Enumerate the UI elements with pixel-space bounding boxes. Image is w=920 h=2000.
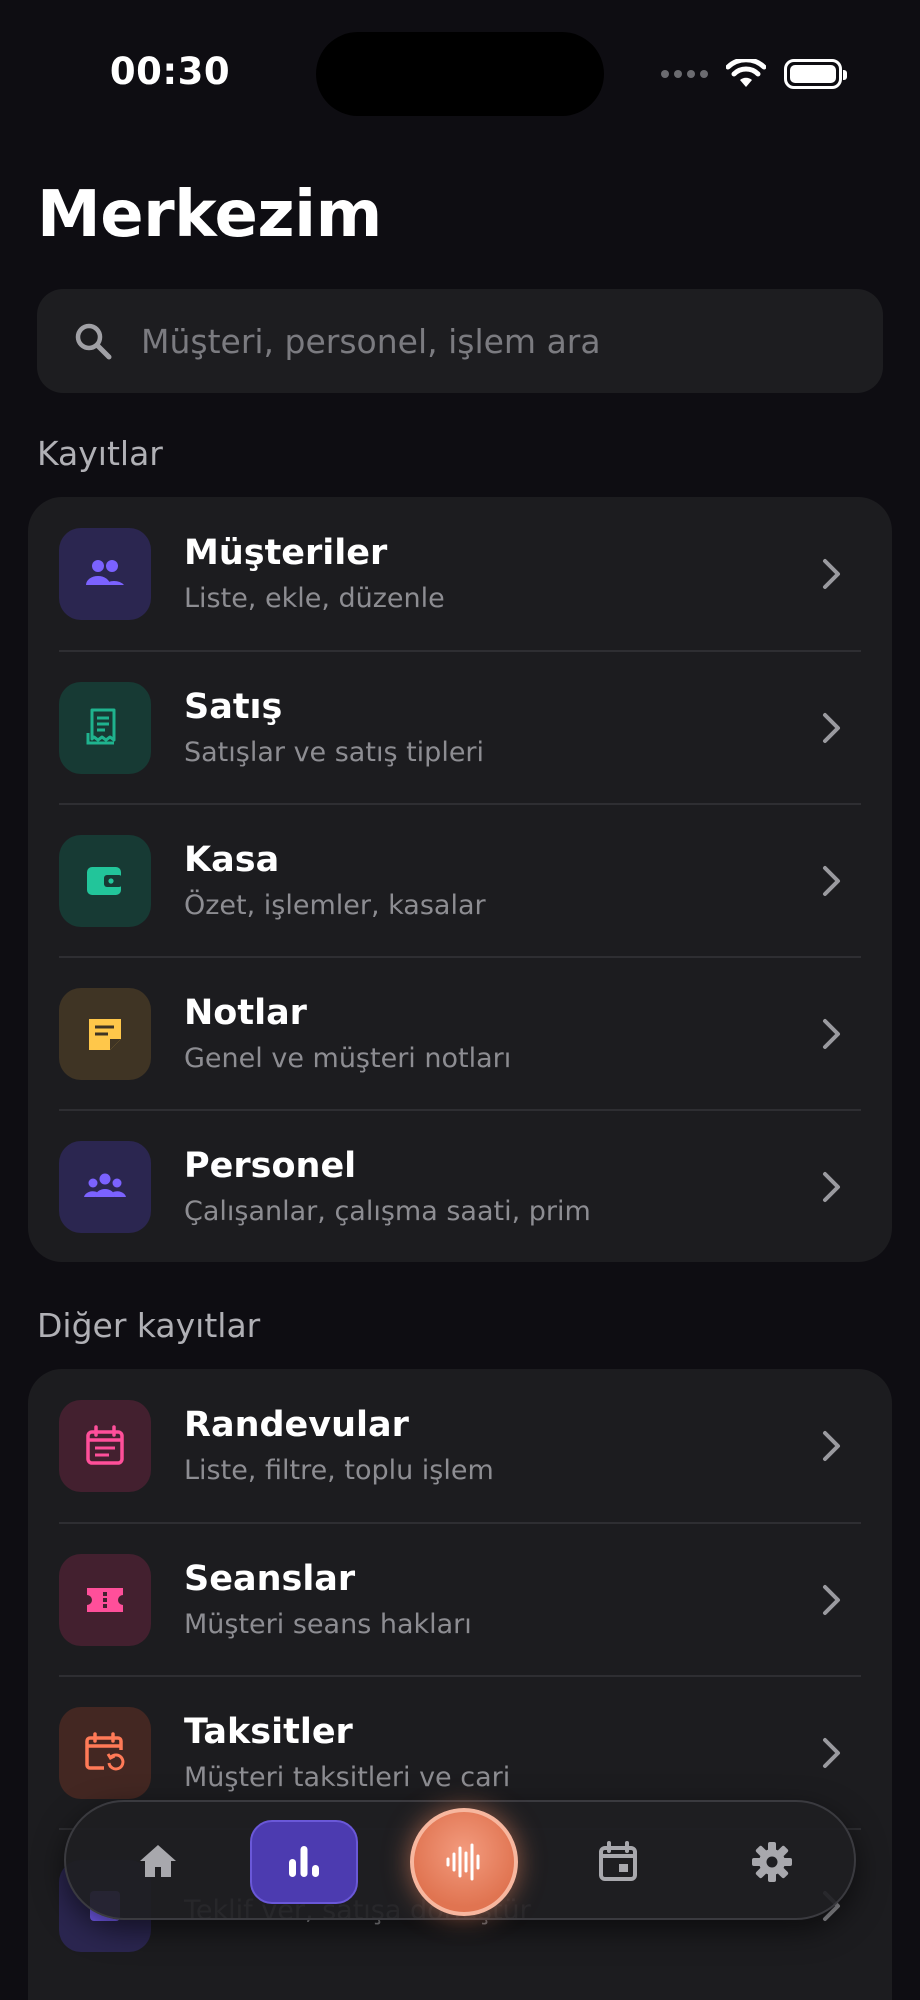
tab-calendar[interactable]	[576, 1820, 660, 1904]
calendar-list-icon	[59, 1399, 151, 1492]
records-card: Müşteriler Liste, ekle, düzenle Satış Sa…	[28, 497, 892, 1262]
battery-icon	[784, 59, 847, 89]
calendar-repeat-icon	[59, 1706, 151, 1799]
item-subtitle: Çalışanlar, çalışma saati, prim	[184, 1196, 591, 1227]
voice-icon	[446, 1843, 480, 1881]
item-title: Personel	[184, 1146, 357, 1186]
dynamic-island	[316, 32, 604, 116]
chevron-right-icon	[823, 558, 840, 589]
chevron-right-icon	[823, 1171, 840, 1202]
staff-icon	[59, 1140, 151, 1233]
item-title: Seanslar	[184, 1559, 356, 1599]
item-subtitle: Genel ve müşteri notları	[184, 1043, 512, 1074]
page-title: Merkezim	[37, 178, 382, 252]
list-item-sales[interactable]: Satış Satışlar ve satış tipleri	[59, 650, 861, 803]
chevron-right-icon	[823, 1737, 840, 1768]
item-title: Notlar	[184, 993, 307, 1033]
list-item-cashbox[interactable]: Kasa Özet, işlemler, kasalar	[59, 803, 861, 956]
section-label-other-records: Diğer kayıtlar	[37, 1306, 261, 1345]
wallet-icon	[59, 834, 151, 927]
chevron-right-icon	[823, 712, 840, 743]
search-input[interactable]	[141, 321, 821, 361]
wifi-icon	[726, 59, 766, 87]
section-label-records: Kayıtlar	[37, 434, 163, 473]
home-icon	[140, 1845, 176, 1877]
item-title: Müşteriler	[184, 533, 388, 573]
calendar-icon	[599, 1841, 637, 1881]
status-time: 00:30	[109, 50, 231, 93]
search-icon	[75, 323, 112, 360]
tab-home[interactable]	[116, 1820, 200, 1904]
chevron-right-icon	[823, 1430, 840, 1461]
chevron-right-icon	[823, 1018, 840, 1049]
receipt-icon	[59, 681, 151, 774]
search-bar[interactable]	[37, 289, 883, 393]
list-item-sessions[interactable]: Seanslar Müşteri seans hakları	[59, 1522, 861, 1675]
tab-stats[interactable]	[250, 1820, 358, 1904]
chevron-right-icon	[823, 865, 840, 896]
customers-icon	[59, 527, 151, 620]
list-item-staff[interactable]: Personel Çalışanlar, çalışma saati, prim	[59, 1109, 861, 1262]
tab-settings[interactable]	[730, 1820, 814, 1904]
item-subtitle: Müşteri taksitleri ve cari	[184, 1762, 511, 1793]
list-item-notes[interactable]: Notlar Genel ve müşteri notları	[59, 956, 861, 1109]
chevron-right-icon	[823, 1584, 840, 1615]
item-title: Kasa	[184, 840, 280, 880]
list-item-appointments[interactable]: Randevular Liste, filtre, toplu işlem	[59, 1369, 861, 1522]
item-subtitle: Müşteri seans hakları	[184, 1609, 472, 1640]
item-title: Satış	[184, 687, 283, 727]
stats-icon	[289, 1846, 319, 1877]
settings-icon	[752, 1842, 792, 1882]
note-icon	[59, 987, 151, 1080]
item-subtitle: Liste, filtre, toplu işlem	[184, 1455, 494, 1486]
item-title: Randevular	[184, 1405, 409, 1445]
item-subtitle: Özet, işlemler, kasalar	[184, 890, 486, 921]
tab-voice[interactable]	[410, 1808, 518, 1916]
item-subtitle: Liste, ekle, düzenle	[184, 583, 445, 614]
list-item-customers[interactable]: Müşteriler Liste, ekle, düzenle	[59, 497, 861, 650]
item-title: Taksitler	[184, 1712, 353, 1752]
status-indicators	[661, 58, 847, 90]
cellular-icon	[661, 70, 708, 78]
ticket-icon	[59, 1553, 151, 1646]
item-subtitle: Satışlar ve satış tipleri	[184, 737, 485, 768]
tab-bar	[64, 1800, 856, 1920]
